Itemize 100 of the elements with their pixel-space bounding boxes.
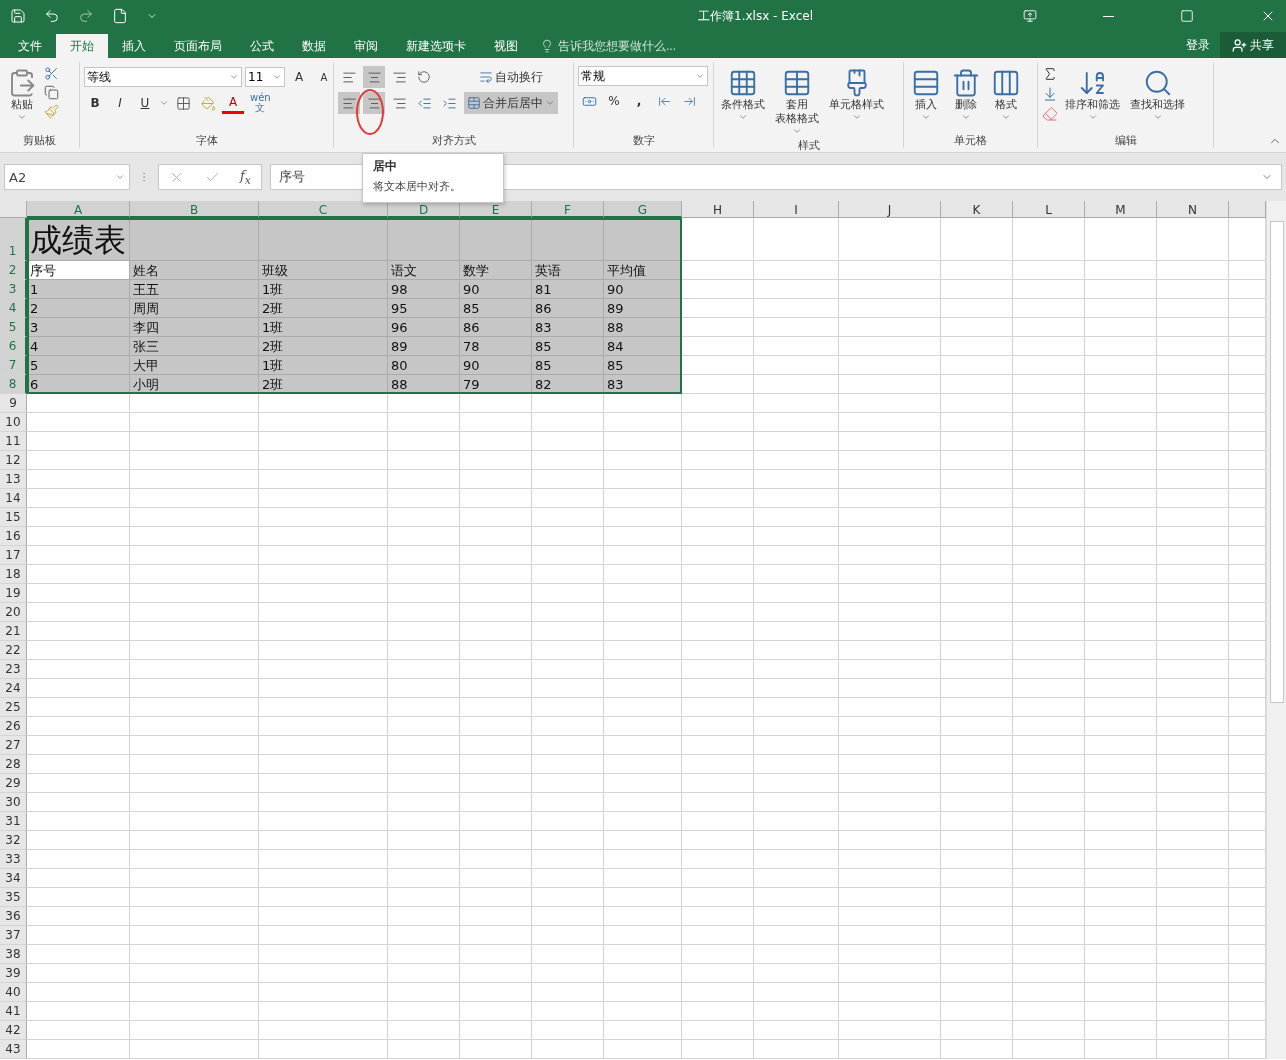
ribbon-button[interactable]: 单元格样式 [826, 66, 887, 138]
row-header[interactable]: 23 [0, 660, 27, 679]
table-cell[interactable]: 85 [460, 299, 532, 318]
ribbon-tab[interactable]: 开始 [56, 34, 108, 58]
table-cell[interactable]: 90 [460, 280, 532, 299]
insert-function-button[interactable]: f$_{x}$ [239, 167, 251, 187]
row-header[interactable]: 21 [0, 622, 27, 641]
number-format-field[interactable]: 常规 [578, 66, 708, 86]
select-all-corner[interactable] [0, 201, 27, 218]
table-cell[interactable]: 平均值 [604, 261, 682, 280]
ribbon-button[interactable]: 删除 [948, 66, 984, 133]
grow-font-button[interactable]: A [288, 66, 310, 88]
bold-button[interactable]: B [84, 92, 106, 114]
column-header[interactable]: I [754, 201, 839, 218]
column-header[interactable]: N [1157, 201, 1229, 218]
table-cell[interactable]: 84 [604, 337, 682, 356]
table-cell[interactable]: 王五 [130, 280, 259, 299]
row-header[interactable]: 6 [0, 337, 27, 356]
row-header[interactable]: 35 [0, 888, 27, 907]
row-header[interactable]: 20 [0, 603, 27, 622]
font-size-field[interactable]: 11 [245, 67, 285, 87]
table-cell[interactable]: 85 [604, 356, 682, 375]
column-header[interactable]: M [1085, 201, 1157, 218]
table-cell[interactable]: 85 [532, 337, 604, 356]
row-header[interactable]: 4 [0, 299, 27, 318]
ribbon-tab[interactable]: 页面布局 [160, 34, 236, 58]
ribbon-button[interactable]: 条件格式 [718, 66, 768, 138]
table-cell[interactable]: 5 [27, 356, 130, 375]
row-header[interactable]: 26 [0, 717, 27, 736]
row-header[interactable]: 31 [0, 812, 27, 831]
horizontal-align-button[interactable] [363, 92, 385, 114]
row-header[interactable]: 14 [0, 489, 27, 508]
table-cell[interactable]: 班级 [259, 261, 388, 280]
table-cell[interactable]: 89 [604, 299, 682, 318]
table-cell[interactable]: 1班 [259, 318, 388, 337]
column-header[interactable]: F [532, 201, 604, 218]
row-header[interactable]: 32 [0, 831, 27, 850]
row-header[interactable]: 30 [0, 793, 27, 812]
row-header[interactable]: 27 [0, 736, 27, 755]
table-cell[interactable]: 86 [460, 318, 532, 337]
italic-button[interactable]: I [109, 92, 131, 114]
table-cell[interactable]: 78 [460, 337, 532, 356]
phonetic-button[interactable]: wén 文 [247, 92, 274, 114]
table-cell[interactable]: 周周 [130, 299, 259, 318]
horizontal-align-button[interactable] [338, 92, 360, 114]
table-cell[interactable]: 2班 [259, 337, 388, 356]
ribbon-tab[interactable]: 审阅 [340, 34, 392, 58]
table-cell[interactable]: 1班 [259, 280, 388, 299]
column-header[interactable]: B [130, 201, 259, 218]
row-header[interactable]: 7 [0, 356, 27, 375]
shrink-font-button[interactable]: A [313, 66, 335, 88]
table-cell[interactable]: 4 [27, 337, 130, 356]
ribbon-tab[interactable]: 新建选项卡 [392, 34, 480, 58]
table-cell[interactable]: 姓名 [130, 261, 259, 280]
table-cell[interactable]: 成绩表 [27, 218, 130, 261]
row-header[interactable]: 1 [0, 218, 27, 261]
row-header[interactable]: 2 [0, 261, 27, 280]
table-cell[interactable]: 数学 [460, 261, 532, 280]
row-header[interactable]: 16 [0, 527, 27, 546]
table-cell[interactable]: 3 [27, 318, 130, 337]
row-header[interactable]: 11 [0, 432, 27, 451]
row-header[interactable]: 8 [0, 375, 27, 394]
paste-button[interactable]: 粘贴 [4, 66, 40, 133]
row-header[interactable]: 28 [0, 755, 27, 774]
row-header[interactable]: 34 [0, 869, 27, 888]
ribbon-tab[interactable]: 视图 [480, 34, 532, 58]
column-header[interactable]: L [1013, 201, 1085, 218]
table-cell[interactable]: 89 [388, 337, 460, 356]
row-header[interactable]: 37 [0, 926, 27, 945]
row-header[interactable]: 10 [0, 413, 27, 432]
table-cell[interactable]: 李四 [130, 318, 259, 337]
percent-button[interactable]: % [603, 90, 625, 112]
row-header[interactable]: 40 [0, 983, 27, 1002]
column-header[interactable]: K [941, 201, 1013, 218]
table-cell[interactable]: 序号 [27, 261, 130, 280]
table-cell[interactable]: 86 [532, 299, 604, 318]
minimize-icon[interactable] [1103, 15, 1114, 17]
table-cell[interactable]: 85 [532, 356, 604, 375]
table-cell[interactable]: 83 [532, 318, 604, 337]
column-header[interactable]: E [460, 201, 532, 218]
table-cell[interactable]: 语文 [388, 261, 460, 280]
table-cell[interactable]: 英语 [532, 261, 604, 280]
row-header[interactable]: 12 [0, 451, 27, 470]
row-header[interactable]: 33 [0, 850, 27, 869]
column-header[interactable]: A [27, 201, 130, 218]
row-header[interactable]: 38 [0, 945, 27, 964]
row-header[interactable]: 36 [0, 907, 27, 926]
row-header[interactable]: 17 [0, 546, 27, 565]
table-cell[interactable]: 88 [604, 318, 682, 337]
sign-in-link[interactable]: 登录 [1186, 36, 1210, 54]
table-cell[interactable]: 1班 [259, 356, 388, 375]
scrollbar[interactable] [1266, 201, 1286, 1059]
row-header[interactable]: 13 [0, 470, 27, 489]
name-box[interactable]: A2 [4, 164, 130, 190]
vertical-align-button[interactable] [363, 66, 385, 88]
row-header[interactable]: 5 [0, 318, 27, 337]
row-header[interactable]: 22 [0, 641, 27, 660]
tell-me-field[interactable]: 告诉我您想要做什么... [556, 38, 720, 54]
table-cell[interactable]: 98 [388, 280, 460, 299]
row-header[interactable]: 41 [0, 1002, 27, 1021]
